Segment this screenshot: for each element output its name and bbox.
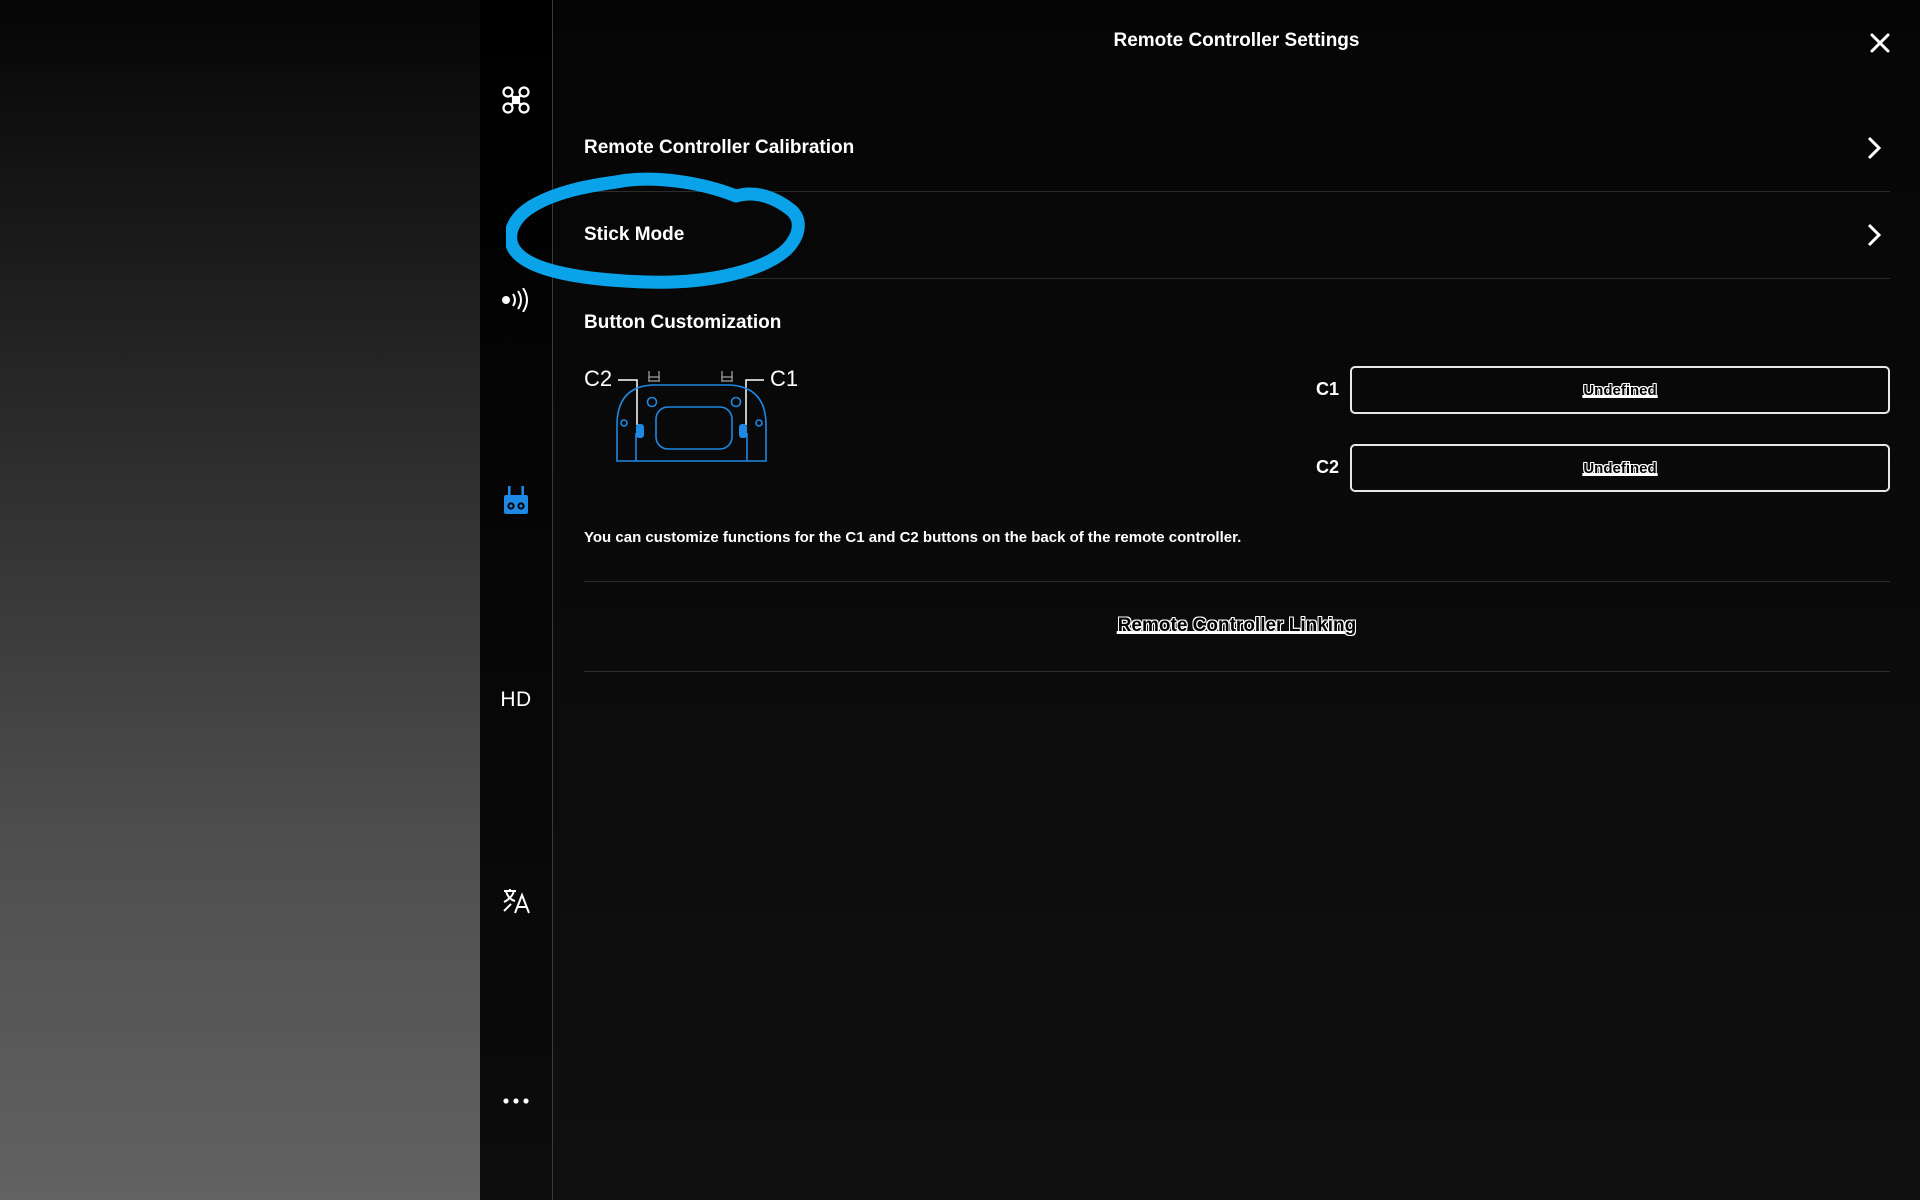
c2-function-value: Undefined bbox=[1583, 459, 1657, 477]
hd-label: HD bbox=[500, 688, 532, 711]
stick-mode-row[interactable]: Stick Mode bbox=[584, 192, 1890, 279]
c1-diagram-label: C1 bbox=[770, 366, 798, 391]
signal-icon bbox=[502, 288, 528, 312]
chevron-right-icon bbox=[1867, 136, 1882, 160]
remote-controller-diagram: C2 C1 bbox=[584, 366, 798, 462]
close-button[interactable] bbox=[1863, 26, 1897, 60]
drone-icon bbox=[502, 86, 530, 114]
c1-function-value: Undefined bbox=[1583, 381, 1657, 399]
sidebar-item-aircraft[interactable] bbox=[480, 72, 552, 128]
c2-diagram-label: C2 bbox=[584, 366, 612, 391]
c1-button-label: C1 bbox=[1316, 379, 1340, 399]
remote-controller-icon bbox=[504, 486, 528, 514]
sidebar-item-signal[interactable] bbox=[480, 272, 552, 328]
customization-description: You can customize functions for the C1 a… bbox=[584, 529, 1242, 546]
sidebar-item-remote-controller[interactable] bbox=[480, 473, 552, 529]
calibration-row[interactable]: Remote Controller Calibration bbox=[584, 105, 1890, 192]
c2-button-label: C2 bbox=[1316, 457, 1340, 477]
c2-function-select[interactable]: Undefined bbox=[1350, 444, 1890, 492]
chevron-right-icon bbox=[1867, 223, 1882, 247]
close-icon bbox=[1870, 33, 1890, 53]
more-icon bbox=[503, 1098, 529, 1104]
translate-icon bbox=[503, 889, 530, 914]
remote-controller-linking-button[interactable]: Remote Controller Linking bbox=[584, 582, 1890, 670]
c1-function-select[interactable]: Undefined bbox=[1350, 366, 1890, 414]
sidebar-item-language[interactable] bbox=[480, 873, 552, 929]
settings-panel: Remote Controller Settings Remote Contro… bbox=[553, 0, 1920, 1200]
linking-label: Remote Controller Linking bbox=[1117, 615, 1357, 636]
background-area bbox=[0, 0, 480, 1200]
divider bbox=[584, 671, 1890, 672]
page-title: Remote Controller Settings bbox=[1113, 30, 1360, 51]
button-customization-title: Button Customization bbox=[584, 312, 782, 333]
calibration-label: Remote Controller Calibration bbox=[584, 137, 855, 158]
stick-mode-label: Stick Mode bbox=[584, 224, 685, 245]
settings-sidebar: HD bbox=[480, 0, 554, 1200]
sidebar-item-hd[interactable]: HD bbox=[480, 672, 552, 728]
sidebar-item-more[interactable] bbox=[480, 1073, 552, 1129]
